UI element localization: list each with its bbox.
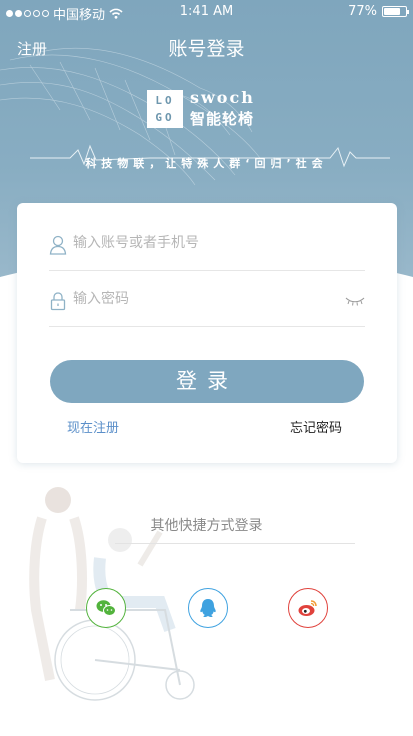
forgot-password-link[interactable]: 忘记密码 xyxy=(290,417,342,436)
login-button[interactable]: 登录 xyxy=(50,360,364,403)
account-field xyxy=(49,215,365,271)
wechat-icon xyxy=(96,600,116,616)
weibo-login-button[interactable] xyxy=(288,588,328,628)
register-now-link[interactable]: 现在注册 xyxy=(67,417,119,436)
battery-percent: 77% xyxy=(348,4,377,19)
login-card: 登录 现在注册 忘记密码 xyxy=(17,203,397,463)
logo: LO GO xyxy=(147,90,183,128)
lock-icon xyxy=(50,292,66,311)
brand-name-en: swoch xyxy=(190,88,255,107)
weibo-icon xyxy=(298,600,317,616)
wechat-login-button[interactable] xyxy=(86,588,126,628)
user-icon xyxy=(49,235,67,255)
qq-icon xyxy=(200,599,216,618)
password-input[interactable] xyxy=(73,287,333,311)
brand-name-cn: 智能轮椅 xyxy=(190,110,255,128)
logo-line-1: LO xyxy=(155,94,175,107)
password-field xyxy=(49,271,365,327)
battery-icon xyxy=(382,6,409,17)
divider xyxy=(115,543,355,544)
status-bar: 中国移动 1:41 AM 77% xyxy=(0,0,413,24)
slogan: 科技物联，让特殊人群‘回归’社会 xyxy=(85,157,328,170)
page-title: 账号登录 xyxy=(168,38,245,60)
account-input[interactable] xyxy=(73,231,333,255)
other-login-title: 其他快捷方式登录 xyxy=(150,518,263,534)
eye-closed-icon[interactable] xyxy=(345,295,365,307)
status-right: 77% xyxy=(348,4,409,19)
logo-line-2: GO xyxy=(155,111,175,124)
qq-login-button[interactable] xyxy=(188,588,228,628)
